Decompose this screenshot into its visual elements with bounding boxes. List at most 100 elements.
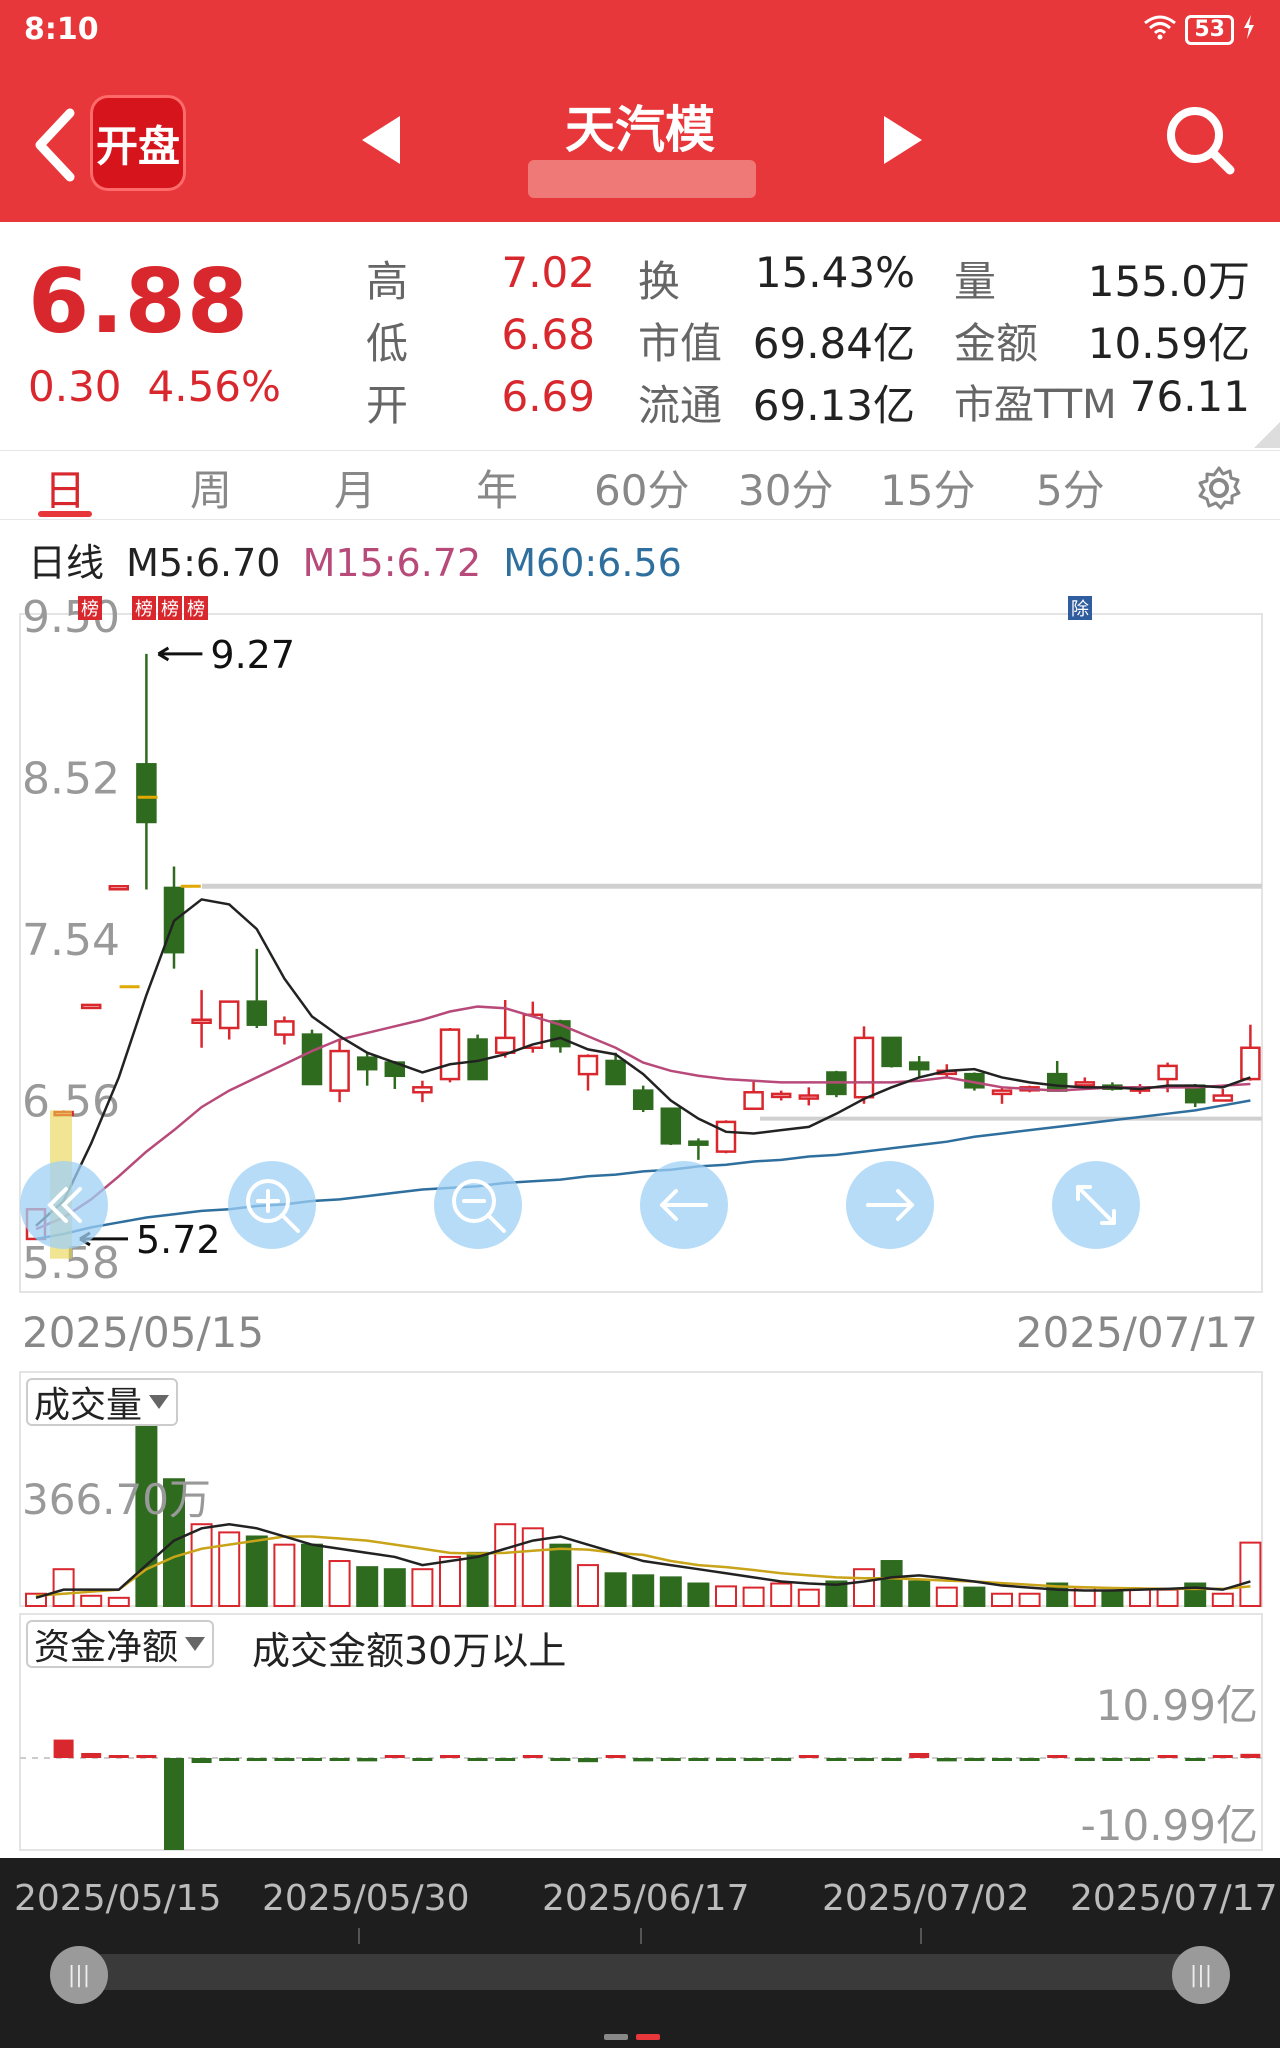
candle — [301, 1029, 323, 1086]
candle-body — [274, 1020, 295, 1036]
candle-body — [1212, 1094, 1234, 1102]
candle — [274, 1016, 295, 1045]
scroller-tick — [358, 1928, 360, 1944]
candle-body — [991, 1089, 1013, 1096]
scroller-date: 2025/07/02 — [822, 1878, 1030, 1919]
candle — [853, 1026, 875, 1104]
volume-bar — [1239, 1541, 1262, 1607]
gear-icon — [1198, 466, 1241, 510]
candle-body — [412, 1086, 433, 1094]
fund-flow-bar — [329, 1758, 350, 1761]
fullscreen-button[interactable] — [1052, 1161, 1140, 1249]
fund-flow-bar — [881, 1758, 902, 1761]
tab-5min[interactable]: 5分 — [1036, 457, 1105, 518]
search-button[interactable] — [1162, 102, 1238, 182]
prev-stock-button[interactable] — [356, 112, 406, 172]
candle-body — [439, 1028, 461, 1081]
volume-bar — [797, 1588, 820, 1608]
tab-year[interactable]: 年 — [476, 457, 518, 518]
tab-day[interactable]: 日 — [44, 457, 86, 518]
candle — [770, 1090, 792, 1101]
fund-flow-bar — [1185, 1758, 1206, 1761]
volume-bar — [52, 1568, 75, 1608]
bang-marker-text: 榜 — [81, 599, 99, 620]
scroller-track[interactable] — [78, 1954, 1202, 1990]
value-amount: 10.59亿 — [1087, 319, 1250, 368]
candle-body — [494, 1036, 516, 1054]
fund-flow-indicator-label: 资金净额 — [34, 1627, 179, 1668]
candle-body — [798, 1094, 820, 1100]
candle-body — [1074, 1081, 1096, 1087]
scroll-left-fast-button[interactable] — [20, 1161, 108, 1249]
volume-indicator-label: 成交量 — [34, 1385, 143, 1426]
fund-flow-bar — [578, 1758, 598, 1763]
candle — [908, 1056, 930, 1078]
value-open: 6.69 — [501, 372, 595, 421]
candle-body — [853, 1036, 875, 1099]
zoom-in-button[interactable] — [228, 1161, 316, 1249]
candle — [688, 1138, 709, 1160]
candle — [191, 990, 212, 1048]
low-price-label: 5.72 — [136, 1218, 221, 1262]
candle — [798, 1087, 820, 1106]
fund-flow-indicator-select[interactable]: 资金净额 — [26, 1620, 215, 1668]
volume-bar — [880, 1560, 903, 1607]
zoom-out-button-bg — [434, 1161, 522, 1249]
fund-flow-bar — [1019, 1758, 1040, 1761]
scroll-right-button[interactable] — [846, 1161, 934, 1249]
volume-bar — [328, 1560, 351, 1607]
next-stock-button[interactable] — [878, 112, 928, 172]
candle-body — [356, 1056, 378, 1071]
tab-15min[interactable]: 15分 — [880, 457, 975, 518]
tab-60min[interactable]: 60分 — [594, 457, 689, 518]
scroller-left-handle[interactable]: ||| — [50, 1946, 108, 2004]
stock-title: 天汽模 — [565, 101, 715, 159]
fund-flow-bar — [136, 1755, 157, 1758]
page-indicator — [604, 2034, 660, 2040]
candle-body — [632, 1089, 654, 1110]
volume-bar — [383, 1568, 406, 1608]
scroller-right-handle[interactable]: ||| — [1172, 1946, 1230, 2004]
back-button[interactable] — [30, 105, 80, 185]
charging-icon — [1242, 14, 1256, 46]
tab-week[interactable]: 周 — [190, 457, 232, 518]
scroller-date: 2025/07/17 — [1070, 1878, 1278, 1919]
chart-settings-button[interactable] — [1196, 465, 1242, 515]
candle — [439, 1027, 461, 1083]
tab-30min[interactable]: 30分 — [738, 457, 833, 518]
timeline-scroller[interactable]: 2025/05/15 2025/05/30 2025/06/17 2025/07… — [0, 1858, 1280, 2048]
fund-flow-bar — [302, 1758, 322, 1761]
candle-body — [908, 1061, 930, 1071]
tab-month[interactable]: 月 — [334, 457, 376, 518]
candle — [329, 1039, 350, 1103]
app-header: 8:10 53 开盘 天汽模 — [0, 0, 1280, 222]
ma-title: 日线 — [28, 541, 105, 585]
active-tab-indicator — [38, 511, 92, 517]
zoom-out-button[interactable] — [434, 1161, 522, 1249]
zoom-in-button-bg — [228, 1161, 316, 1249]
scroll-left-button[interactable] — [640, 1161, 728, 1249]
dropdown-arrow-icon — [185, 1637, 206, 1651]
fund-flow-bar — [1240, 1753, 1261, 1758]
fund-flow-bar — [743, 1758, 764, 1761]
fund-flow-bar — [633, 1758, 654, 1762]
fund-flow-bar — [384, 1755, 405, 1758]
volume-bar — [935, 1586, 958, 1607]
fund-flow-bar — [992, 1758, 1012, 1761]
volume-bar — [301, 1543, 323, 1608]
volume-bar — [853, 1568, 875, 1608]
label-open: 开 — [366, 381, 409, 430]
volume-indicator-select[interactable]: 成交量 — [26, 1378, 179, 1426]
ma-legend: 日线 M5:6.70 M15:6.72 M60:6.56 — [28, 532, 682, 587]
candle — [218, 1000, 240, 1040]
label-pe-ttm: 市盈TTM — [954, 382, 1117, 428]
label-high: 高 — [366, 257, 409, 306]
volume-bar — [494, 1523, 517, 1608]
volume-bar — [466, 1551, 489, 1607]
candle — [412, 1080, 433, 1103]
app-logo[interactable]: 开盘 — [90, 95, 186, 191]
volume-bar — [245, 1535, 268, 1607]
volume-bar — [632, 1574, 655, 1607]
candles — [25, 653, 1261, 1241]
candle — [80, 1003, 102, 1010]
